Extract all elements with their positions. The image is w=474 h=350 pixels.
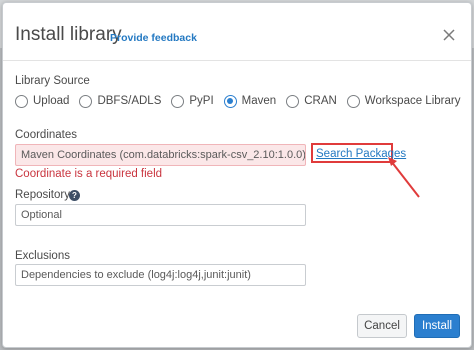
- radio-label: PyPI: [189, 95, 214, 107]
- annotation-arrow: [388, 157, 420, 198]
- library-source-label: Library Source: [15, 75, 90, 87]
- coordinates-label: Coordinates: [15, 129, 78, 141]
- dialog-title: Install library: [15, 24, 122, 45]
- radio-maven[interactable]: Maven: [223, 94, 277, 108]
- radio-workspace-library[interactable]: Workspace Library: [346, 94, 461, 108]
- radio-label: Workspace Library: [364, 95, 461, 107]
- radio-button[interactable]: [346, 94, 360, 108]
- help-icon[interactable]: ?: [69, 190, 80, 201]
- library-source-radio-group: Upload DBFS/ADLS PyPI Maven CRAN Workspa…: [15, 93, 470, 109]
- radio-button[interactable]: [15, 94, 28, 108]
- coordinates-input[interactable]: Maven Coordinates (com.databricks:spark-…: [15, 144, 306, 166]
- install-button[interactable]: Install: [414, 314, 460, 338]
- provide-feedback-link[interactable]: Provide feedback: [110, 32, 197, 44]
- exclusions-label: Exclusions: [15, 250, 70, 262]
- repository-label: Repository: [15, 189, 70, 201]
- repository-input[interactable]: Optional: [15, 204, 306, 226]
- cancel-button[interactable]: Cancel: [357, 314, 407, 338]
- radio-label: Upload: [33, 95, 70, 107]
- radio-upload[interactable]: Upload: [15, 94, 70, 108]
- coordinates-error: Coordinate is a required field: [15, 168, 163, 180]
- radio-pypi[interactable]: PyPI: [171, 94, 214, 108]
- radio-button[interactable]: [286, 94, 300, 108]
- exclusions-input[interactable]: Dependencies to exclude (log4j:log4j,jun…: [15, 264, 306, 286]
- radio-cran[interactable]: CRAN: [286, 94, 337, 108]
- install-library-dialog: Install library Provide feedback Library…: [2, 2, 472, 348]
- radio-label: DBFS/ADLS: [97, 95, 162, 107]
- close-icon[interactable]: [443, 29, 455, 41]
- radio-label: Maven: [241, 95, 277, 107]
- radio-button-selected[interactable]: [223, 94, 237, 108]
- radio-button[interactable]: [171, 94, 185, 108]
- radio-dbfs-adls[interactable]: DBFS/ADLS: [79, 94, 162, 108]
- radio-button[interactable]: [79, 94, 93, 108]
- dialog-header: Install library Provide feedback: [3, 3, 471, 61]
- radio-label: CRAN: [304, 95, 337, 107]
